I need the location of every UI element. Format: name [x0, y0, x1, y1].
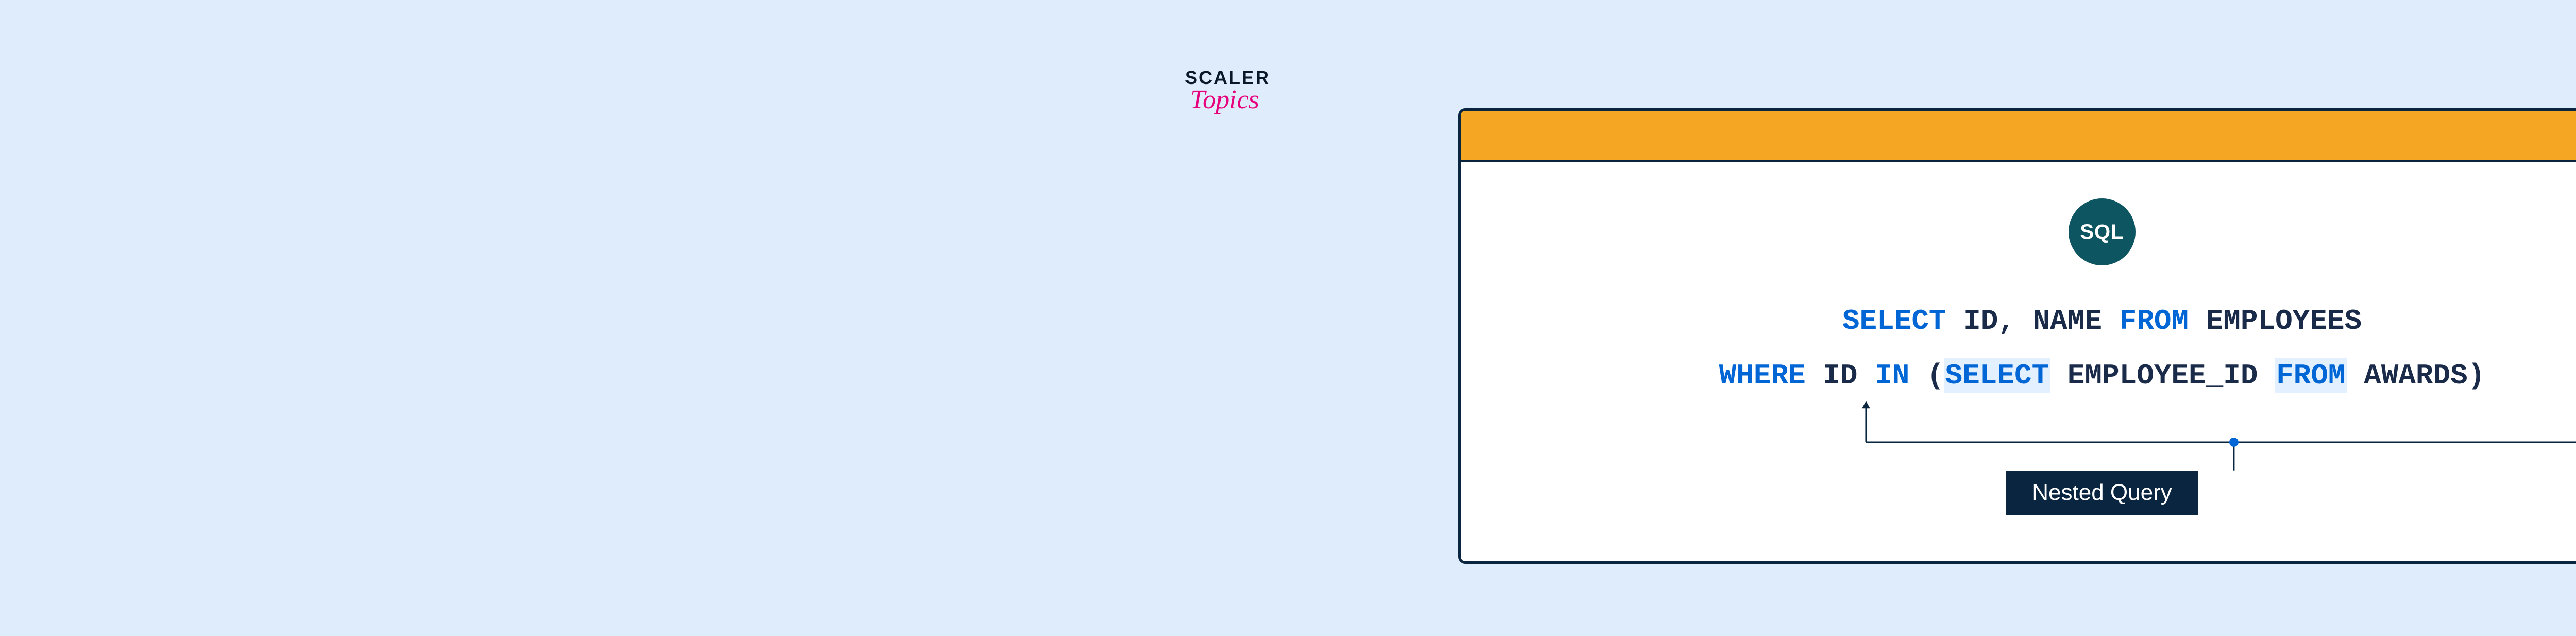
paren-open: ( — [1927, 359, 1944, 392]
keyword-in: IN — [1875, 359, 1909, 392]
paren-close: ) — [2468, 359, 2485, 392]
nested-query-label: Nested Query — [2006, 471, 2197, 515]
window-content: SQL SELECT ID, NAME FROM EMPLOYEES WHERE… — [1461, 162, 2576, 561]
code-line-2: WHERE ID IN (SELECT EMPLOYEE_ID FROM AWA… — [1492, 348, 2576, 403]
window-titlebar — [1461, 111, 2576, 162]
code-window: SQL SELECT ID, NAME FROM EMPLOYEES WHERE… — [1458, 108, 2576, 564]
column-inner: EMPLOYEE_ID — [2067, 359, 2258, 392]
keyword-from-inner: FROM — [2276, 359, 2345, 392]
table-name: EMPLOYEES — [2206, 305, 2362, 338]
logo-subbrand: Topics — [1190, 85, 1365, 115]
nested-query-arrows — [1492, 401, 2576, 473]
table-inner: AWARDS — [2364, 359, 2468, 392]
columns: ID, NAME — [1963, 305, 2102, 338]
scaler-logo: SCALER Topics — [1185, 67, 1365, 115]
keyword-select-inner: SELECT — [1945, 359, 2049, 392]
sql-icon: SQL — [2069, 198, 2136, 265]
column: ID — [1823, 359, 1857, 392]
sql-code: SELECT ID, NAME FROM EMPLOYEES WHERE ID … — [1492, 294, 2576, 404]
keyword-from: FROM — [2120, 305, 2189, 338]
keyword-select: SELECT — [1842, 305, 1946, 338]
code-line-1: SELECT ID, NAME FROM EMPLOYEES — [1492, 294, 2576, 348]
keyword-where: WHERE — [1719, 359, 1806, 392]
